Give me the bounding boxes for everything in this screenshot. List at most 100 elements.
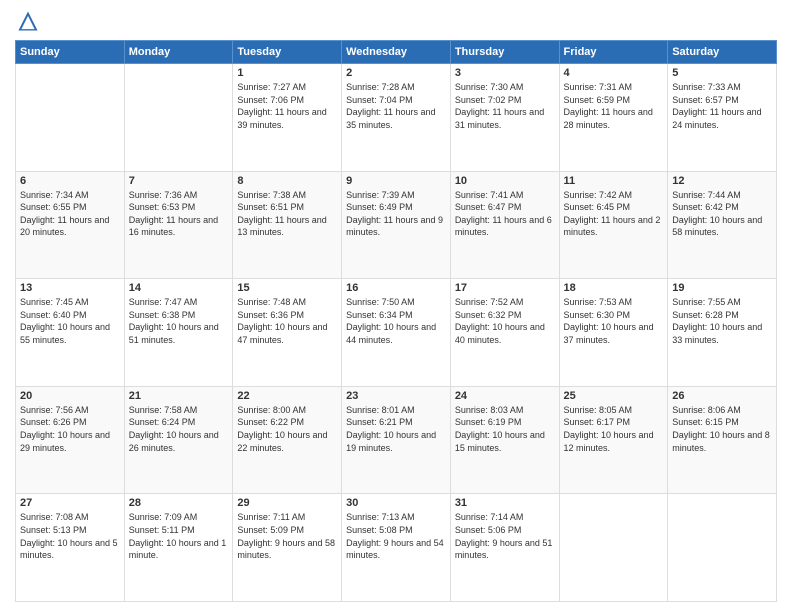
day-info: Sunrise: 8:06 AM Sunset: 6:15 PM Dayligh… bbox=[672, 404, 772, 454]
day-cell: 28Sunrise: 7:09 AM Sunset: 5:11 PM Dayli… bbox=[124, 494, 233, 602]
day-info: Sunrise: 7:14 AM Sunset: 5:06 PM Dayligh… bbox=[455, 511, 555, 561]
day-cell bbox=[124, 64, 233, 172]
day-cell: 26 Sunrise: 8:06 AM Sunset: 6:15 PM Dayli… bbox=[668, 386, 777, 494]
day-cell: 6 Sunrise: 7:34 AM Sunset: 6:55 PM Daylig… bbox=[16, 171, 125, 279]
day-info: Sunrise: 7:42 AM Sunset: 6:45 PM Dayligh… bbox=[564, 189, 664, 239]
day-number: 12 bbox=[672, 175, 772, 187]
week-row-2: 6 Sunrise: 7:34 AM Sunset: 6:55 PM Daylig… bbox=[16, 171, 777, 279]
week-row-4: 20 Sunrise: 7:56 AM Sunset: 6:26 PM Dayli… bbox=[16, 386, 777, 494]
day-info: Sunrise: 7:30 AM Sunset: 7:02 PM Dayligh… bbox=[455, 81, 555, 131]
day-info: Sunrise: 7:31 AM Sunset: 6:59 PM Dayligh… bbox=[564, 81, 664, 131]
day-cell: 22 Sunrise: 8:00 AM Sunset: 6:22 PM Dayli… bbox=[233, 386, 342, 494]
day-number: 2 bbox=[346, 67, 446, 79]
day-info: Sunrise: 7:34 AM Sunset: 6:55 PM Dayligh… bbox=[20, 189, 120, 239]
day-number: 5 bbox=[672, 67, 772, 79]
day-number: 8 bbox=[237, 175, 337, 187]
header bbox=[15, 10, 777, 32]
day-cell: 4 Sunrise: 7:31 AM Sunset: 6:59 PM Daylig… bbox=[559, 64, 668, 172]
weekday-header-row: Sunday Monday Tuesday Wednesday Thursday… bbox=[16, 41, 777, 64]
day-cell: 19Sunrise: 7:55 AM Sunset: 6:28 PM Dayli… bbox=[668, 279, 777, 387]
day-info: Sunrise: 7:38 AM Sunset: 6:51 PM Dayligh… bbox=[237, 189, 337, 239]
day-cell: 27 Sunrise: 7:08 AM Sunset: 5:13 PM Dayli… bbox=[16, 494, 125, 602]
day-number: 4 bbox=[564, 67, 664, 79]
day-info: Sunrise: 8:01 AM Sunset: 6:21 PM Dayligh… bbox=[346, 404, 446, 454]
day-cell: 21 Sunrise: 7:58 AM Sunset: 6:24 PM Dayli… bbox=[124, 386, 233, 494]
header-tuesday: Tuesday bbox=[233, 41, 342, 64]
page: Sunday Monday Tuesday Wednesday Thursday… bbox=[0, 0, 792, 612]
day-cell: 15 Sunrise: 7:48 AM Sunset: 6:36 PM Dayli… bbox=[233, 279, 342, 387]
day-number: 28 bbox=[129, 497, 229, 509]
day-number: 9 bbox=[346, 175, 446, 187]
day-number: 1 bbox=[237, 67, 337, 79]
day-info: Sunrise: 7:28 AM Sunset: 7:04 PM Dayligh… bbox=[346, 81, 446, 131]
day-cell: 3 Sunrise: 7:30 AM Sunset: 7:02 PM Daylig… bbox=[450, 64, 559, 172]
day-cell bbox=[668, 494, 777, 602]
day-cell: 11 Sunrise: 7:42 AM Sunset: 6:45 PM Dayli… bbox=[559, 171, 668, 279]
day-info: Sunrise: 7:39 AM Sunset: 6:49 PM Dayligh… bbox=[346, 189, 446, 239]
day-info: Sunrise: 7:13 AM Sunset: 5:08 PM Dayligh… bbox=[346, 511, 446, 561]
day-cell: 31 Sunrise: 7:14 AM Sunset: 5:06 PM Dayli… bbox=[450, 494, 559, 602]
day-cell: 25Sunrise: 8:05 AM Sunset: 6:17 PM Dayli… bbox=[559, 386, 668, 494]
logo bbox=[15, 10, 39, 32]
day-info: Sunrise: 7:48 AM Sunset: 6:36 PM Dayligh… bbox=[237, 296, 337, 346]
day-number: 21 bbox=[129, 390, 229, 402]
day-cell: 13Sunrise: 7:45 AM Sunset: 6:40 PM Dayli… bbox=[16, 279, 125, 387]
day-cell: 8 Sunrise: 7:38 AM Sunset: 6:51 PM Daylig… bbox=[233, 171, 342, 279]
day-cell: 23Sunrise: 8:01 AM Sunset: 6:21 PM Dayli… bbox=[342, 386, 451, 494]
day-cell: 16Sunrise: 7:50 AM Sunset: 6:34 PM Dayli… bbox=[342, 279, 451, 387]
day-info: Sunrise: 7:45 AM Sunset: 6:40 PM Dayligh… bbox=[20, 296, 120, 346]
day-info: Sunrise: 8:00 AM Sunset: 6:22 PM Dayligh… bbox=[237, 404, 337, 454]
day-cell bbox=[559, 494, 668, 602]
day-info: Sunrise: 7:56 AM Sunset: 6:26 PM Dayligh… bbox=[20, 404, 120, 454]
header-wednesday: Wednesday bbox=[342, 41, 451, 64]
logo-icon bbox=[17, 10, 39, 32]
day-number: 20 bbox=[20, 390, 120, 402]
day-number: 18 bbox=[564, 282, 664, 294]
day-number: 22 bbox=[237, 390, 337, 402]
day-cell: 20 Sunrise: 7:56 AM Sunset: 6:26 PM Dayli… bbox=[16, 386, 125, 494]
day-number: 29 bbox=[237, 497, 337, 509]
day-cell: 18 Sunrise: 7:53 AM Sunset: 6:30 PM Dayli… bbox=[559, 279, 668, 387]
day-info: Sunrise: 7:41 AM Sunset: 6:47 PM Dayligh… bbox=[455, 189, 555, 239]
day-number: 31 bbox=[455, 497, 555, 509]
day-cell: 30 Sunrise: 7:13 AM Sunset: 5:08 PM Dayli… bbox=[342, 494, 451, 602]
day-info: Sunrise: 7:44 AM Sunset: 6:42 PM Dayligh… bbox=[672, 189, 772, 239]
day-info: Sunrise: 7:53 AM Sunset: 6:30 PM Dayligh… bbox=[564, 296, 664, 346]
day-cell: 10 Sunrise: 7:41 AM Sunset: 6:47 PM Dayli… bbox=[450, 171, 559, 279]
day-info: Sunrise: 8:03 AM Sunset: 6:19 PM Dayligh… bbox=[455, 404, 555, 454]
day-cell: 12 Sunrise: 7:44 AM Sunset: 6:42 PM Dayli… bbox=[668, 171, 777, 279]
header-saturday: Saturday bbox=[668, 41, 777, 64]
day-number: 3 bbox=[455, 67, 555, 79]
day-info: Sunrise: 7:36 AM Sunset: 6:53 PM Dayligh… bbox=[129, 189, 229, 239]
day-info: Sunrise: 7:08 AM Sunset: 5:13 PM Dayligh… bbox=[20, 511, 120, 561]
day-number: 19 bbox=[672, 282, 772, 294]
day-cell: 9 Sunrise: 7:39 AM Sunset: 6:49 PM Daylig… bbox=[342, 171, 451, 279]
day-number: 17 bbox=[455, 282, 555, 294]
day-number: 11 bbox=[564, 175, 664, 187]
day-number: 24 bbox=[455, 390, 555, 402]
week-row-5: 27 Sunrise: 7:08 AM Sunset: 5:13 PM Dayli… bbox=[16, 494, 777, 602]
week-row-3: 13Sunrise: 7:45 AM Sunset: 6:40 PM Dayli… bbox=[16, 279, 777, 387]
day-info: Sunrise: 7:52 AM Sunset: 6:32 PM Dayligh… bbox=[455, 296, 555, 346]
day-info: Sunrise: 8:05 AM Sunset: 6:17 PM Dayligh… bbox=[564, 404, 664, 454]
day-number: 27 bbox=[20, 497, 120, 509]
header-thursday: Thursday bbox=[450, 41, 559, 64]
day-cell: 5 Sunrise: 7:33 AM Sunset: 6:57 PM Daylig… bbox=[668, 64, 777, 172]
day-cell: 14 Sunrise: 7:47 AM Sunset: 6:38 PM Dayli… bbox=[124, 279, 233, 387]
day-number: 30 bbox=[346, 497, 446, 509]
day-number: 16 bbox=[346, 282, 446, 294]
day-cell: 17 Sunrise: 7:52 AM Sunset: 6:32 PM Dayli… bbox=[450, 279, 559, 387]
day-number: 6 bbox=[20, 175, 120, 187]
calendar-table: Sunday Monday Tuesday Wednesday Thursday… bbox=[15, 40, 777, 602]
day-number: 26 bbox=[672, 390, 772, 402]
header-monday: Monday bbox=[124, 41, 233, 64]
day-cell: 24 Sunrise: 8:03 AM Sunset: 6:19 PM Dayli… bbox=[450, 386, 559, 494]
day-number: 15 bbox=[237, 282, 337, 294]
day-info: Sunrise: 7:33 AM Sunset: 6:57 PM Dayligh… bbox=[672, 81, 772, 131]
day-info: Sunrise: 7:11 AM Sunset: 5:09 PM Dayligh… bbox=[237, 511, 337, 561]
day-info: Sunrise: 7:47 AM Sunset: 6:38 PM Dayligh… bbox=[129, 296, 229, 346]
day-number: 10 bbox=[455, 175, 555, 187]
day-info: Sunrise: 7:58 AM Sunset: 6:24 PM Dayligh… bbox=[129, 404, 229, 454]
day-number: 14 bbox=[129, 282, 229, 294]
day-cell: 1Sunrise: 7:27 AM Sunset: 7:06 PM Daylig… bbox=[233, 64, 342, 172]
